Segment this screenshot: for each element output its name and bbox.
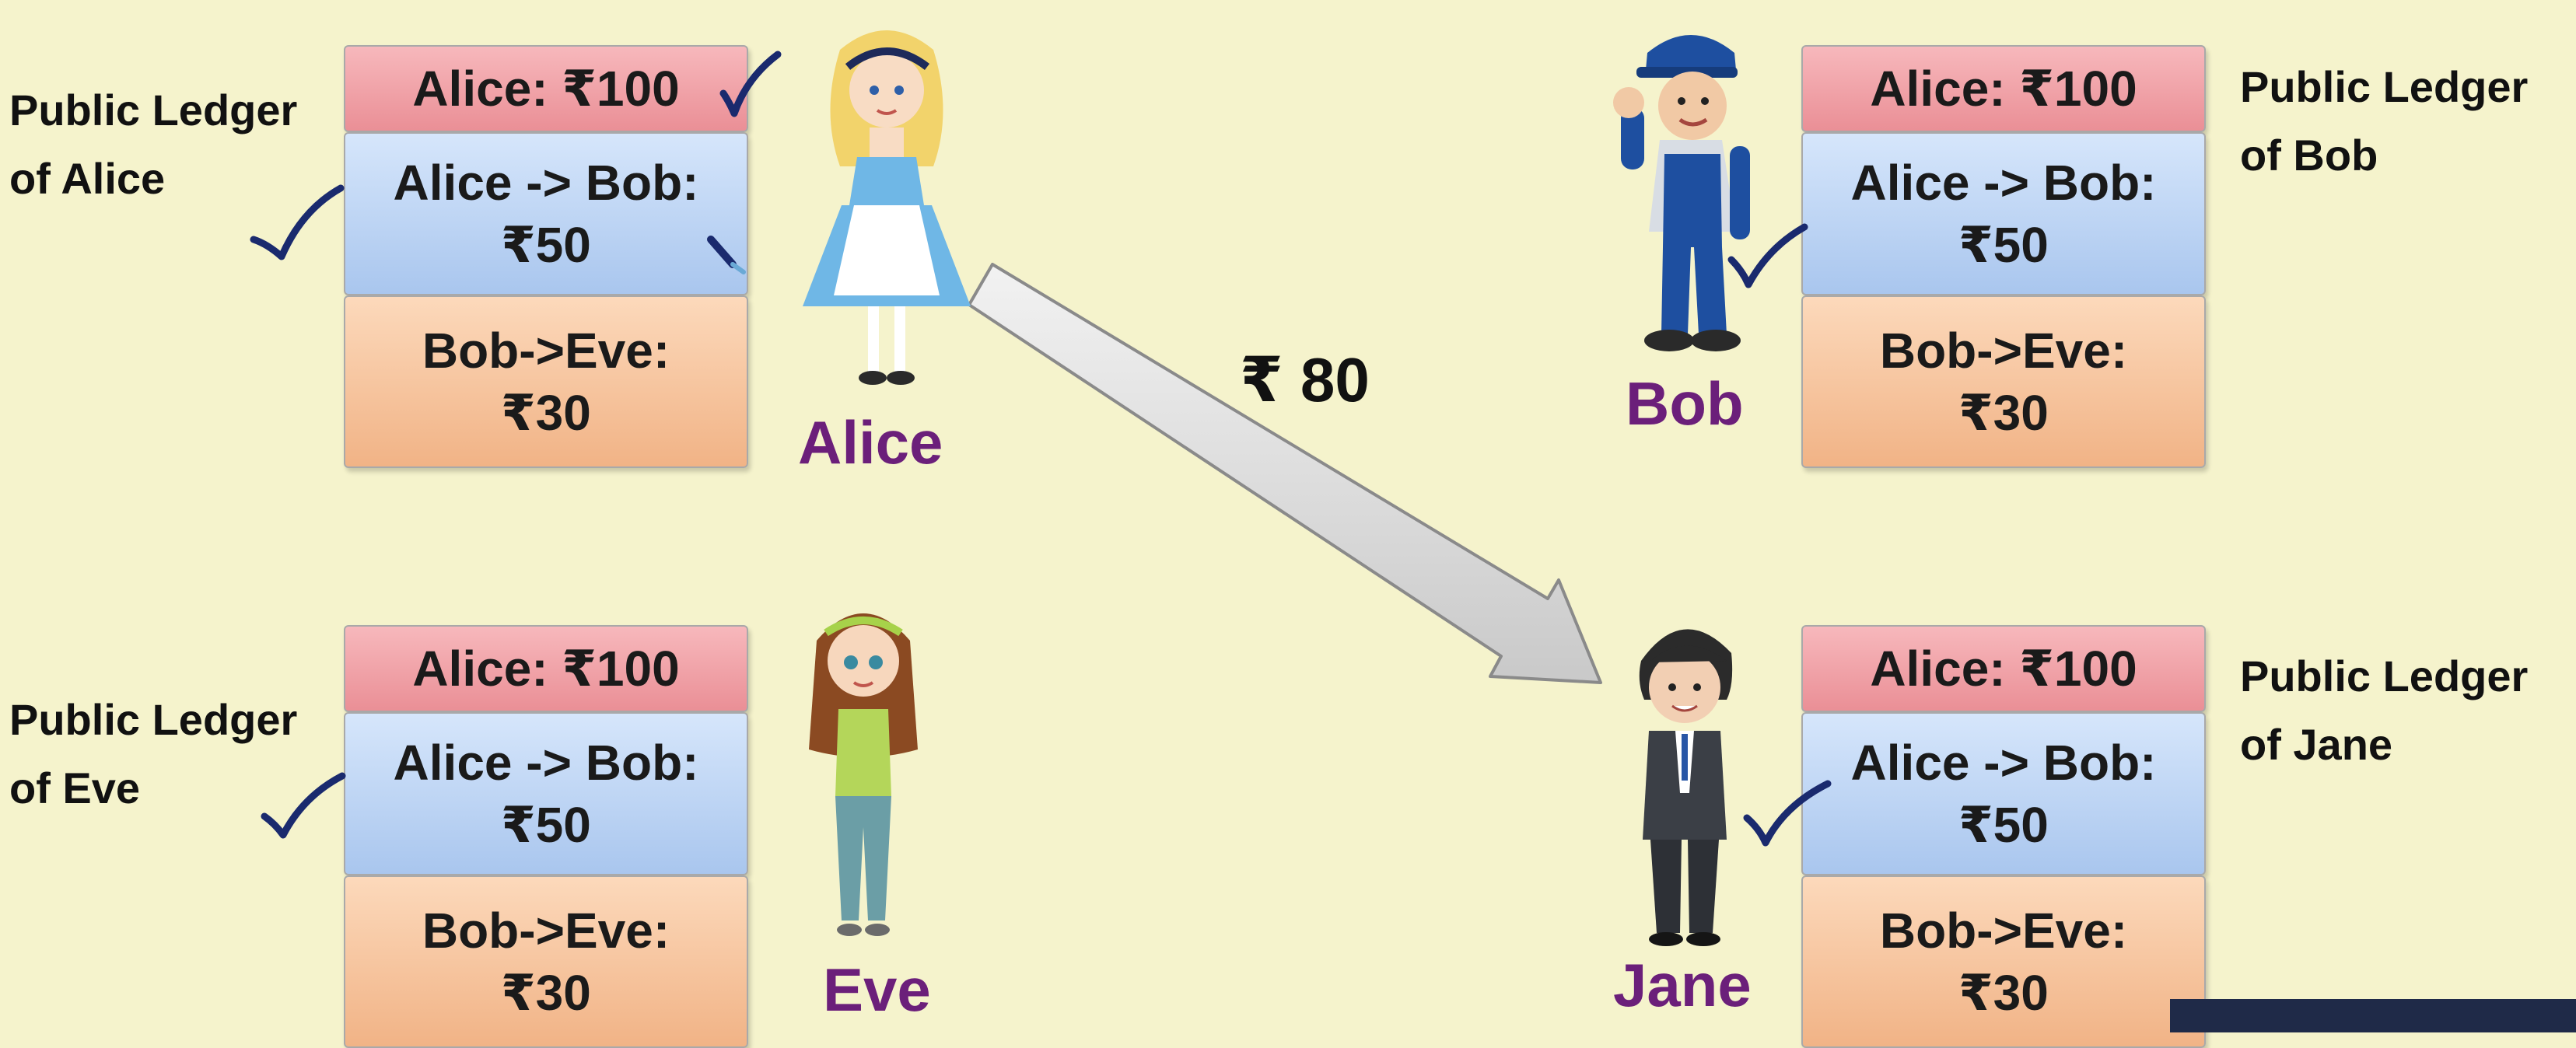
ledger-jane-row-transaction1: Alice -> Bob: ₹50 [1801,712,2206,875]
ledger-alice-tx2-line2: ₹30 [501,385,591,441]
ledger-caption-alice-line1: Public Ledger [9,86,298,134]
person-name-jane: Jane [1613,951,1752,1019]
ledger-eve-row-balance: Alice: ₹100 [344,625,748,712]
ledger-jane-row-balance-text: Alice: ₹100 [1870,641,2137,697]
transfer-amount-label: ₹ 80 [1240,345,1370,414]
ledger-bob-row-balance: Alice: ₹100 [1801,45,2206,132]
ledger-eve-tx2-line2: ₹30 [501,965,591,1021]
ledger-caption-jane-line2: of Jane [2240,720,2393,769]
ledger-eve-row-transaction2: Bob->Eve: ₹30 [344,875,748,1048]
checkmark-icon-alice-transaction [250,184,345,260]
ledger-caption-jane: Public Ledger of Jane [2240,642,2528,779]
ledger-bob-tx1-line1: Alice -> Bob: [1850,155,2157,211]
ledger-eve-row-balance-text: Alice: ₹100 [412,641,680,697]
ledger-caption-eve-line2: of Eve [9,763,141,812]
ledger-jane-row-transaction2: Bob->Eve: ₹30 [1801,875,2206,1048]
ledger-jane-tx2-line1: Bob->Eve: [1879,903,2128,959]
checkmark-icon-eve-transaction [261,772,346,839]
alice-avatar-icon [803,30,971,385]
ledger-jane-row-balance: Alice: ₹100 [1801,625,2206,712]
ledger-alice-row-balance: Alice: ₹100 [344,45,748,132]
ledger-alice-tx1-line2: ₹50 [501,217,591,273]
ledger-bob-tx2-line2: ₹30 [1958,385,2049,441]
ledger-caption-bob: Public Ledger of Bob [2240,53,2528,190]
ledger-alice-tx2-line1: Bob->Eve: [422,323,670,379]
ledger-jane-tx1-line1: Alice -> Bob: [1850,735,2157,791]
ledger-caption-jane-line1: Public Ledger [2240,652,2529,700]
ledger-bob-tx1-line2: ₹50 [1958,217,2049,273]
ledger-alice-tx1-line1: Alice -> Bob: [393,155,699,211]
person-name-alice: Alice [798,408,943,477]
ledger-bob-row-transaction1: Alice -> Bob: ₹50 [1801,132,2206,295]
ledger-jane-tx2-line2: ₹30 [1958,965,2049,1021]
person-name-eve: Eve [823,955,931,1024]
ledger-eve-tx1-line2: ₹50 [501,797,591,853]
jane-avatar-icon [1639,629,1733,946]
ledger-bob-row-transaction2: Bob->Eve: ₹30 [1801,295,2206,468]
bob-avatar-icon [1613,35,1750,351]
ledger-alice-row-balance-text: Alice: ₹100 [412,61,680,117]
ledger-jane-tx1-line2: ₹50 [1958,797,2049,853]
ledger-bob-tx2-line1: Bob->Eve: [1879,323,2128,379]
checkmark-icon-alice-balance [719,51,782,117]
ledger-caption-eve: Public Ledger of Eve [9,686,297,823]
ledger-caption-eve-line1: Public Ledger [9,695,298,744]
pen-icon [707,236,746,274]
eve-avatar-icon [809,613,918,936]
ledger-alice-row-transaction2: Bob->Eve: ₹30 [344,295,748,468]
ledger-bob-row-balance-text: Alice: ₹100 [1870,61,2137,117]
ledger-eve-tx2-line1: Bob->Eve: [422,903,670,959]
ledger-caption-bob-line1: Public Ledger [2240,62,2529,111]
ledger-alice-row-transaction1: Alice -> Bob: ₹50 [344,132,748,295]
transfer-arrow-icon [968,263,1602,684]
person-name-bob: Bob [1626,369,1744,438]
video-overlay-strip [2170,999,2576,1032]
ledger-eve-row-transaction1: Alice -> Bob: ₹50 [344,712,748,875]
checkmark-icon-jane-transaction [1743,780,1832,847]
ledger-eve-tx1-line1: Alice -> Bob: [393,735,699,791]
ledger-caption-bob-line2: of Bob [2240,131,2378,180]
